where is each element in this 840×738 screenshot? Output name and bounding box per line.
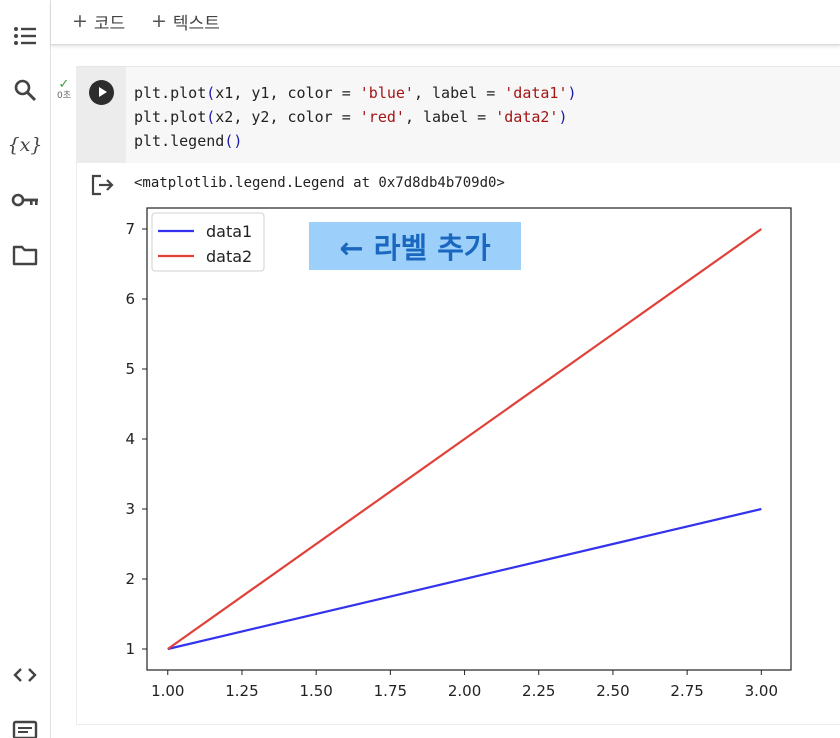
x-tick-label: 1.25 <box>225 682 258 700</box>
x-tick-label: 2.00 <box>448 682 481 700</box>
series-line-data2 <box>167 228 762 650</box>
add-code-label: 코드 <box>93 13 126 34</box>
x-tick-label: 1.50 <box>299 682 332 700</box>
notebook-app: {x} + 코드 + 텍스트 ✓ 0초 plt.plot(x1, y1, col… <box>0 0 840 738</box>
folder-icon[interactable] <box>8 238 42 272</box>
key-icon[interactable] <box>8 183 42 217</box>
table-of-contents-icon[interactable] <box>8 19 42 53</box>
x-tick-label: 1.75 <box>374 682 407 700</box>
search-icon[interactable] <box>8 73 42 107</box>
code-editor[interactable]: plt.plot(x1, y1, color = 'blue', label =… <box>134 81 577 153</box>
x-tick-label: 2.25 <box>522 682 555 700</box>
annotation-label: ← 라벨 추가 <box>309 222 521 270</box>
execution-time: 0초 <box>56 91 71 101</box>
plus-icon: + <box>72 10 88 32</box>
x-tick-label: 2.75 <box>670 682 703 700</box>
add-code-button[interactable]: + 코드 <box>72 9 126 34</box>
cell-gutter <box>76 67 126 164</box>
x-tick-label: 1.00 <box>151 682 184 700</box>
code-snippets-icon[interactable] <box>8 658 42 692</box>
code-line: plt.legend() <box>134 132 243 150</box>
code-line: plt.plot(x1, y1, color = 'blue', label =… <box>134 84 577 102</box>
y-tick-label: 2 <box>125 570 135 588</box>
plus-icon: + <box>151 10 167 32</box>
x-tick-label: 3.00 <box>745 682 778 700</box>
code-cell[interactable]: plt.plot(x1, y1, color = 'blue', label =… <box>76 66 840 164</box>
left-sidebar: {x} <box>0 0 51 738</box>
run-cell-button[interactable] <box>89 80 114 105</box>
y-tick-label: 4 <box>125 430 135 448</box>
cell-output: <matplotlib.legend.Legend at 0x7d8db4b70… <box>76 163 840 725</box>
notebook-toolbar: + 코드 + 텍스트 <box>51 0 840 45</box>
variables-label: {x} <box>7 134 43 156</box>
add-text-button[interactable]: + 텍스트 <box>151 9 220 34</box>
code-line: plt.plot(x2, y2, color = 'red', label = … <box>134 108 568 126</box>
add-text-label: 텍스트 <box>172 13 220 34</box>
execution-status: ✓ 0초 <box>53 78 75 102</box>
series-line-data1 <box>167 507 762 651</box>
legend-label-data2: data2 <box>206 247 252 266</box>
terminal-icon[interactable] <box>8 712 42 738</box>
check-icon: ✓ <box>58 77 70 92</box>
variables-icon[interactable]: {x} <box>7 128 43 162</box>
x-tick-label: 2.50 <box>596 682 629 700</box>
y-tick-label: 3 <box>125 500 135 518</box>
y-tick-label: 7 <box>125 220 135 238</box>
y-tick-label: 6 <box>125 290 135 308</box>
y-tick-label: 5 <box>125 360 135 378</box>
legend-label-data1: data1 <box>206 222 252 241</box>
y-tick-label: 1 <box>125 640 135 658</box>
